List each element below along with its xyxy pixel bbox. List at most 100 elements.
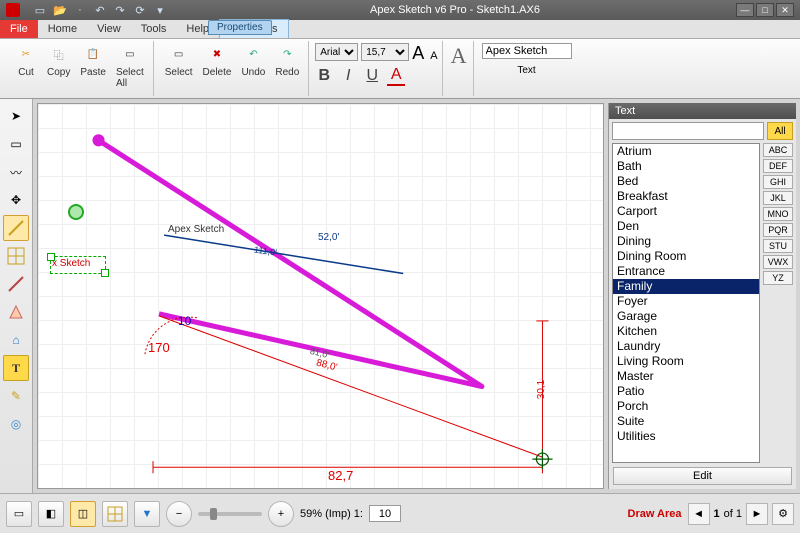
cut-button[interactable]: ✂Cut [12,41,40,80]
home-tool[interactable]: ⌂ [3,327,29,353]
title-bar: ▭ 📂 · ↶ ↷ ⟳ ▾ Apex Sketch v6 Pro - Sketc… [0,0,800,20]
alpha-ghi[interactable]: GHI [763,175,793,189]
alpha-yz[interactable]: YZ [763,271,793,285]
filter-all-button[interactable]: All [767,122,793,140]
zoom-value-input[interactable] [369,505,401,522]
list-item[interactable]: Carport [613,204,759,219]
list-item[interactable]: Garage [613,309,759,324]
view-mode-3[interactable]: ◫ [70,501,96,527]
edge-tool[interactable] [3,271,29,297]
text-input[interactable] [482,43,572,59]
alpha-mno[interactable]: MNO [763,207,793,221]
zoom-out-button[interactable]: − [166,501,192,527]
font-family-select[interactable]: Arial [315,43,358,61]
canvas[interactable]: x Sketch Apex Sketch 52,0' 111,0' 88,0' … [37,103,604,489]
move-tool[interactable]: ✥ [3,187,29,213]
maximize-button[interactable]: □ [756,3,774,17]
copy-button[interactable]: ⿻Copy [44,41,73,80]
shape-tool[interactable] [3,299,29,325]
paste-button[interactable]: 📋Paste [77,41,109,80]
italic-button[interactable]: I [339,67,357,85]
list-item[interactable]: Dining Room [613,249,759,264]
list-item[interactable]: Utilities [613,429,759,444]
grid-tool[interactable] [3,243,29,269]
text-tool[interactable]: T [3,355,29,381]
qa-new-icon[interactable]: ▭ [32,2,48,18]
list-item[interactable]: Breakfast [613,189,759,204]
font-group: Arial 15,7 AA B I U A [311,41,442,96]
zoom-label: 59% (Imp) 1: [300,508,363,520]
alpha-vwx[interactable]: VWX [763,255,793,269]
alpha-index: ABC DEF GHI JKL MNO PQR STU VWX YZ [763,143,793,463]
text-panel-title: Text [609,103,796,119]
annotate-tool[interactable]: ✎ [3,383,29,409]
filter-button[interactable]: ▼ [134,501,160,527]
page-current: 1 [714,508,720,520]
anchor-handle[interactable] [68,204,84,220]
font-color-button[interactable]: A [387,66,405,86]
menu-tools[interactable]: Tools [131,20,177,38]
list-item[interactable]: Den [613,219,759,234]
delete-button[interactable]: ✖Delete [200,41,235,80]
list-item[interactable]: Kitchen [613,324,759,339]
list-item[interactable]: Entrance [613,264,759,279]
alpha-abc[interactable]: ABC [763,143,793,157]
select-all-button[interactable]: ▭Select All [113,41,147,91]
underline-button[interactable]: U [363,67,381,85]
font-scale[interactable]: AA [412,43,437,64]
list-item[interactable]: Laundry [613,339,759,354]
alpha-pqr[interactable]: PQR [763,223,793,237]
alpha-stu[interactable]: STU [763,239,793,253]
list-item[interactable]: Foyer [613,294,759,309]
pointer-tool[interactable]: ➤ [3,103,29,129]
qa-sep: · [72,2,88,18]
font-size-select[interactable]: 15,7 [361,43,409,61]
minimize-button[interactable]: — [736,3,754,17]
view-mode-1[interactable]: ▭ [6,501,32,527]
page-next-button[interactable]: ► [746,503,768,525]
qa-redo-icon[interactable]: ↷ [112,2,128,18]
draw-line-tool[interactable] [3,215,29,241]
list-item[interactable]: Family [613,279,759,294]
menu-home[interactable]: Home [38,20,87,38]
list-item[interactable]: Porch [613,399,759,414]
view-mode-2[interactable]: ◧ [38,501,64,527]
target-tool[interactable]: ◎ [3,411,29,437]
close-button[interactable]: ✕ [776,3,794,17]
qa-refresh-icon[interactable]: ⟳ [132,2,148,18]
view-mode-grid[interactable] [102,501,128,527]
alpha-def[interactable]: DEF [763,159,793,173]
qa-undo-icon[interactable]: ↶ [92,2,108,18]
zoom-in-button[interactable]: + [268,501,294,527]
list-item[interactable]: Bed [613,174,759,189]
curve-tool[interactable]: 〰 [3,159,29,185]
list-item[interactable]: Master [613,369,759,384]
menu-file[interactable]: File [0,20,38,38]
alpha-jkl[interactable]: JKL [763,191,793,205]
select-button[interactable]: ▭Select [162,41,196,80]
redo-button[interactable]: ↷Redo [272,41,302,80]
list-item[interactable]: Suite [613,414,759,429]
measure-4: 30,1 [536,380,547,399]
page-prev-button[interactable]: ◄ [688,503,710,525]
text-list[interactable]: AtriumBathBedBreakfastCarportDenDiningDi… [612,143,760,463]
menu-view[interactable]: View [87,20,131,38]
edit-button[interactable]: Edit [613,467,792,485]
drawing-layer [38,104,603,491]
text-filter-input[interactable] [612,122,764,140]
zoom-slider[interactable] [198,512,262,516]
marquee-tool[interactable]: ▭ [3,131,29,157]
mode-label: Draw Area [628,508,682,520]
list-item[interactable]: Patio [613,384,759,399]
list-item[interactable]: Bath [613,159,759,174]
quick-access-toolbar: ▭ 📂 · ↶ ↷ ⟳ ▾ [32,2,168,18]
page-settings-button[interactable]: ⚙ [772,503,794,525]
qa-dropdown-icon[interactable]: ▾ [152,2,168,18]
list-item[interactable]: Atrium [613,144,759,159]
undo-button[interactable]: ↶Undo [238,41,268,80]
qa-open-icon[interactable]: 📂 [52,2,68,18]
properties-tab[interactable]: Properties [208,20,272,35]
list-item[interactable]: Living Room [613,354,759,369]
list-item[interactable]: Dining [613,234,759,249]
bold-button[interactable]: B [315,67,333,85]
